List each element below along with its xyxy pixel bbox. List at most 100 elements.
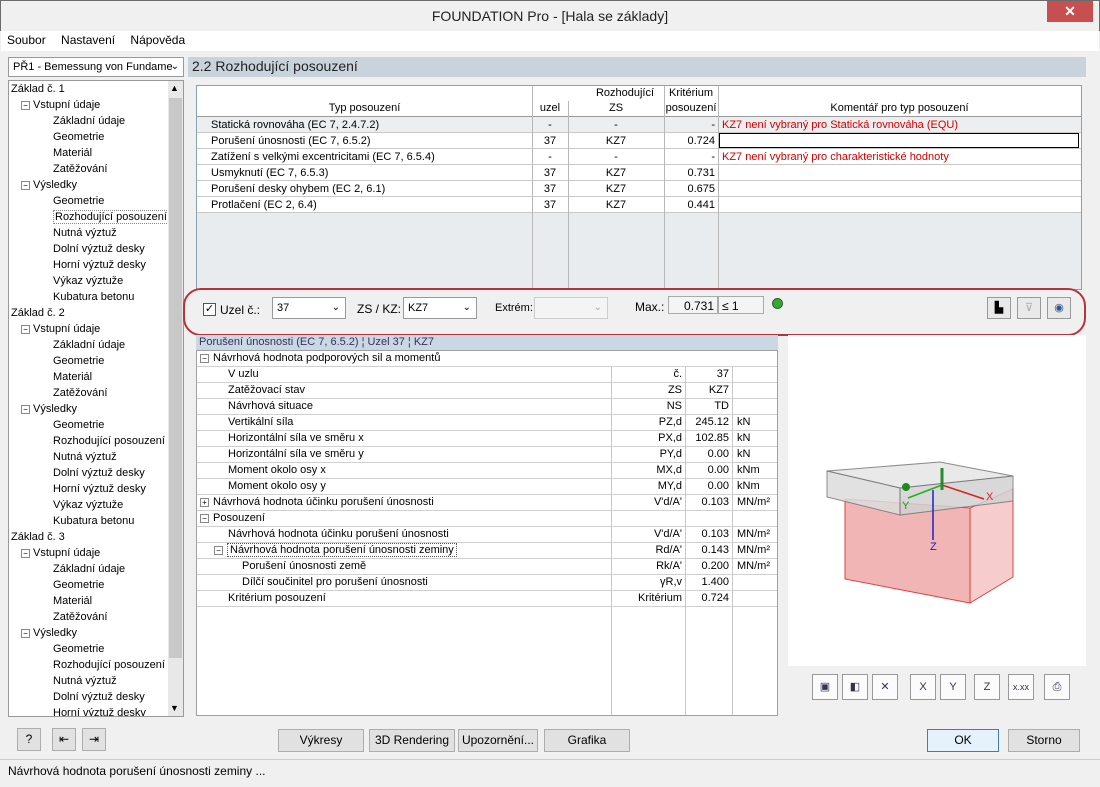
uzel-checkbox[interactable]: ✓ xyxy=(203,303,216,316)
tree-group[interactable]: Základ č. 2 xyxy=(11,305,65,321)
rendering-button[interactable]: 3D Rendering xyxy=(369,729,455,752)
tree-item[interactable]: Materiál xyxy=(53,593,92,609)
tree-folder[interactable]: − Vstupní údaje xyxy=(21,97,100,113)
comment-edit-field[interactable] xyxy=(719,133,1079,148)
tree-item[interactable]: Kubatura betonu xyxy=(53,513,134,529)
tree-item[interactable]: Dolní výztuž desky xyxy=(53,465,145,481)
tree-item[interactable]: Nutná výztuž xyxy=(53,449,117,465)
detail-row[interactable]: Návrhová situace NS TD xyxy=(197,399,777,415)
cancel-button[interactable]: Storno xyxy=(1008,729,1080,752)
export-icon[interactable]: ⇥ xyxy=(82,728,106,751)
tree-item[interactable]: Výkaz výztuže xyxy=(53,497,123,513)
detail-group-row[interactable]: − Posouzení xyxy=(197,511,777,527)
reset-view-icon[interactable]: ✕ xyxy=(872,674,898,700)
tree-item[interactable]: Základní údaje xyxy=(53,337,125,353)
scrollbar-thumb[interactable] xyxy=(169,98,182,658)
import-icon[interactable]: ⇤ xyxy=(52,728,76,751)
tree-folder[interactable]: − Výsledky xyxy=(21,401,77,417)
detail-group-row[interactable]: − Návrhová hodnota podporových sil a mome… xyxy=(197,351,777,367)
tree-item[interactable]: Zatěžování xyxy=(53,385,107,401)
expand-icon[interactable]: + xyxy=(200,498,209,507)
table-row[interactable]: Zatížení s velkými excentricitami (EC 7,… xyxy=(197,149,1081,165)
tree-item[interactable]: Horní výztuž desky xyxy=(53,257,146,273)
iso-view-icon[interactable]: ▣ xyxy=(812,674,838,700)
tree-item[interactable]: Dolní výztuž desky xyxy=(53,241,145,257)
zskz-select[interactable]: KZ7 ⌄ xyxy=(403,297,477,319)
tree-group[interactable]: Základ č. 1 xyxy=(11,81,65,97)
detail-row[interactable]: + Návrhová hodnota účinku porušení únosno… xyxy=(197,495,777,511)
tree-item[interactable]: Kubatura betonu xyxy=(53,289,134,305)
tree-item[interactable]: Geometrie xyxy=(53,353,104,369)
view-mode-icon[interactable]: ◧ xyxy=(842,674,868,700)
table-row[interactable]: Porušení desky ohybem (EC 2, 6.1) 37 KZ7 0.… xyxy=(197,181,1081,197)
tree-item[interactable]: Rozhodující posouzení xyxy=(53,657,165,673)
collapse-icon[interactable]: − xyxy=(21,404,30,414)
table-row[interactable]: Statická rovnováha (EC 7, 2.4.7.2) - - - KZ7… xyxy=(197,117,1081,133)
tree-item[interactable]: Výkaz výztuže xyxy=(53,273,123,289)
tree-group[interactable]: Základ č. 3 xyxy=(11,529,65,545)
tree-folder[interactable]: − Výsledky xyxy=(21,625,77,641)
extrem-select[interactable]: ⌄ xyxy=(534,297,608,319)
scroll-down-icon[interactable]: ▼ xyxy=(170,703,179,713)
tree-item[interactable]: Rozhodující posouzení xyxy=(53,209,169,225)
tree-item[interactable]: Dolní výztuž desky xyxy=(53,689,145,705)
table-row[interactable]: Porušení únosnosti (EC 7, 6.5.2) 37 KZ7 0.7… xyxy=(197,133,1081,149)
tree-item[interactable]: Zatěžování xyxy=(53,161,107,177)
graphics-button[interactable]: Grafika xyxy=(544,729,630,752)
tree-item[interactable]: Materiál xyxy=(53,145,92,161)
tree-item[interactable]: Zatěžování xyxy=(53,609,107,625)
detail-row[interactable]: Moment okolo osy x MX,d 0.00 kNm xyxy=(197,463,777,479)
collapse-icon[interactable]: − xyxy=(21,548,30,558)
tree-item[interactable]: Geometrie xyxy=(53,577,104,593)
collapse-icon[interactable]: − xyxy=(21,628,30,638)
detail-row[interactable]: Horizontální síla ve směru x PX,d 102.85 kN xyxy=(197,431,777,447)
view-y-icon[interactable]: Y xyxy=(940,674,966,700)
foundation-3d-view[interactable]: X Y Z xyxy=(788,335,1086,666)
values-icon[interactable]: x.xx xyxy=(1008,674,1034,700)
tree-item[interactable]: Horní výztuž desky xyxy=(53,481,146,497)
help-icon[interactable]: ? xyxy=(17,728,41,751)
view-eye-icon[interactable]: ◉ xyxy=(1047,297,1071,319)
tree-folder[interactable]: − Výsledky xyxy=(21,177,77,193)
view-x-icon[interactable]: X xyxy=(910,674,936,700)
menu-napoveda[interactable]: Nápověda xyxy=(124,31,191,49)
collapse-icon[interactable]: − xyxy=(21,100,30,110)
uzel-select[interactable]: 37 ⌄ xyxy=(272,297,346,319)
detail-row[interactable]: Horizontální síla ve směru y PY,d 0.00 kN xyxy=(197,447,777,463)
drawings-button[interactable]: Výkresy xyxy=(278,729,364,752)
detail-row[interactable]: Návrhová hodnota účinku porušení únosnos… xyxy=(197,527,777,543)
detail-row[interactable]: Dílčí součinitel pro porušení únosnosti γ… xyxy=(197,575,777,591)
results-table-icon[interactable]: ▙ xyxy=(987,297,1011,319)
table-row[interactable]: Usmyknutí (EC 7, 6.5.3) 37 KZ7 0.731 xyxy=(197,165,1081,181)
menu-nastaveni[interactable]: Nastavení xyxy=(55,31,121,49)
detail-row[interactable]: Moment okolo osy y MY,d 0.00 kNm xyxy=(197,479,777,495)
detail-row[interactable]: Porušení únosnosti země Rk/A' 0.200 MN/m² xyxy=(197,559,777,575)
collapse-icon[interactable]: − xyxy=(214,546,223,555)
warnings-button[interactable]: Upozornění... xyxy=(458,729,538,752)
collapse-icon[interactable]: − xyxy=(21,324,30,334)
tree-item[interactable]: Základní údaje xyxy=(53,561,125,577)
detail-row[interactable]: Vertikální síla PZ,d 245.12 kN xyxy=(197,415,777,431)
collapse-icon[interactable]: − xyxy=(200,354,209,363)
tree-folder[interactable]: − Vstupní údaje xyxy=(21,321,100,337)
detail-row[interactable]: − Návrhová hodnota porušení únosnosti zem… xyxy=(197,543,777,559)
tree-item[interactable]: Horní výztuž desky xyxy=(53,705,146,716)
ok-button[interactable]: OK xyxy=(927,729,999,752)
table-row[interactable]: Protlačení (EC 2, 6.4) 37 KZ7 0.441 xyxy=(197,197,1081,213)
case-select[interactable]: PŘ1 - Bemessung von Fundame ⌄ xyxy=(8,57,184,77)
scroll-up-icon[interactable]: ▲ xyxy=(170,83,179,93)
tree-item[interactable]: Geometrie xyxy=(53,193,104,209)
tree-item[interactable]: Geometrie xyxy=(53,641,104,657)
detail-row[interactable]: Zatěžovací stav ZS KZ7 xyxy=(197,383,777,399)
view-z-icon[interactable]: Z xyxy=(974,674,1000,700)
print-icon[interactable]: ⎙ xyxy=(1044,674,1070,700)
tree-folder[interactable]: − Vstupní údaje xyxy=(21,545,100,561)
tree-item[interactable]: Nutná výztuž xyxy=(53,673,117,689)
detail-row[interactable]: V uzlu č. 37 xyxy=(197,367,777,383)
tree-item[interactable]: Geometrie xyxy=(53,417,104,433)
menu-soubor[interactable]: Soubor xyxy=(1,31,52,49)
detail-row[interactable]: Kritérium posouzení Kritérium 0.724 xyxy=(197,591,777,607)
tree-item[interactable]: Rozhodující posouzení xyxy=(53,433,165,449)
tree-item[interactable]: Nutná výztuž xyxy=(53,225,117,241)
tree-item[interactable]: Základní údaje xyxy=(53,113,125,129)
